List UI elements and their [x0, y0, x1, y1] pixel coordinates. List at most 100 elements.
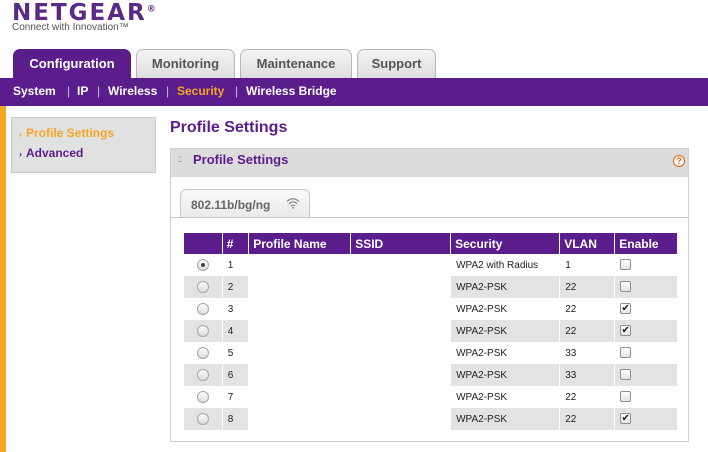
subnav-security[interactable]: Security: [177, 84, 224, 98]
row-profile-name: [248, 386, 351, 408]
subnav-ip[interactable]: IP: [77, 84, 88, 98]
row-enable-cell: [614, 386, 677, 408]
row-select-cell: [183, 342, 223, 364]
col-header-enable: Enable: [614, 233, 677, 254]
row-enable-checkbox[interactable]: [620, 281, 632, 293]
help-icon[interactable]: ?: [673, 155, 685, 167]
table-row[interactable]: 4 WPA2-PSK 22 ✔: [183, 320, 677, 342]
row-select-radio[interactable]: [196, 325, 209, 337]
row-vlan: 1: [559, 254, 615, 276]
row-select-radio[interactable]: [196, 303, 209, 315]
sidemenu-item-profile-settings[interactable]: › Profile Settings: [19, 126, 114, 140]
row-security: WPA2 with Radius: [450, 254, 560, 276]
row-vlan: 33: [559, 364, 615, 386]
content-area: › Profile Settings › Advanced Profile Sett…: [0, 106, 708, 452]
row-number: 8: [221, 408, 249, 430]
row-ssid: [350, 254, 451, 276]
tab-divider: [171, 217, 688, 218]
row-vlan: 22: [559, 320, 615, 342]
row-enable-checkbox[interactable]: ✔: [620, 303, 632, 315]
registered-mark: ®: [146, 4, 156, 15]
chevron-right-icon: ›: [19, 129, 22, 139]
row-security: WPA2-PSK: [450, 364, 560, 386]
tab-support[interactable]: Support: [357, 49, 436, 78]
row-profile-name: [248, 254, 351, 276]
band-tab-80211bgng[interactable]: 802.11b/bg/ng: [180, 189, 310, 218]
row-enable-checkbox[interactable]: [620, 391, 632, 403]
row-ssid: [350, 276, 451, 298]
subnav-separator: |: [166, 84, 170, 98]
tagline: Connect with Innovation™: [12, 22, 129, 33]
row-profile-name: [248, 276, 351, 298]
row-profile-name: [248, 364, 351, 386]
row-enable-checkbox[interactable]: ✔: [620, 413, 632, 425]
row-enable-checkbox[interactable]: [620, 347, 632, 359]
row-select-cell: [183, 320, 223, 342]
subnav-wireless-bridge[interactable]: Wireless Bridge: [246, 84, 337, 98]
row-select-radio[interactable]: [196, 369, 209, 381]
row-select-cell: [183, 276, 223, 298]
row-vlan: 22: [559, 298, 615, 320]
row-enable-cell: ✔: [614, 320, 677, 342]
profiles-table: # Profile Name SSID Security VLAN Enable…: [183, 233, 677, 430]
row-enable-checkbox[interactable]: [620, 259, 632, 271]
table-row[interactable]: 6 WPA2-PSK 33: [183, 364, 677, 386]
table-row[interactable]: 8 WPA2-PSK 22 ✔: [183, 408, 677, 430]
table-row[interactable]: 2 WPA2-PSK 22: [183, 276, 677, 298]
col-header-number: #: [221, 233, 249, 254]
table-row[interactable]: 3 WPA2-PSK 22 ✔: [183, 298, 677, 320]
sidemenu-item-label: Advanced: [26, 146, 84, 160]
row-profile-name: [248, 320, 351, 342]
row-ssid: [350, 342, 451, 364]
table-row[interactable]: 7 WPA2-PSK 22: [183, 386, 677, 408]
row-security: WPA2-PSK: [450, 276, 560, 298]
row-number: 6: [221, 364, 249, 386]
row-enable-cell: [614, 342, 677, 364]
grip-icon: ::: [178, 154, 182, 165]
row-enable-cell: [614, 254, 677, 276]
subnav-separator: |: [97, 84, 101, 98]
row-select-cell: [183, 386, 223, 408]
tab-configuration[interactable]: Configuration: [13, 49, 131, 78]
tab-monitoring[interactable]: Monitoring: [136, 49, 235, 78]
row-profile-name: [248, 408, 351, 430]
col-header-ssid: SSID: [350, 233, 451, 254]
row-select-radio[interactable]: [196, 259, 209, 271]
row-enable-checkbox[interactable]: [620, 369, 632, 381]
table-header-row: # Profile Name SSID Security VLAN Enable: [183, 233, 677, 254]
row-select-cell: [183, 364, 223, 386]
row-vlan: 33: [559, 342, 615, 364]
row-enable-checkbox[interactable]: ✔: [620, 325, 632, 337]
row-select-radio[interactable]: [196, 281, 209, 293]
subnav-separator: |: [235, 84, 239, 98]
row-number: 2: [221, 276, 249, 298]
subnav-system[interactable]: System: [13, 84, 56, 98]
table-row[interactable]: 5 WPA2-PSK 33: [183, 342, 677, 364]
row-select-radio[interactable]: [196, 347, 209, 359]
row-enable-cell: ✔: [614, 298, 677, 320]
row-number: 5: [221, 342, 249, 364]
tab-maintenance[interactable]: Maintenance: [240, 49, 352, 78]
row-select-cell: [183, 298, 223, 320]
chevron-right-icon: ›: [19, 149, 22, 159]
row-select-cell: [183, 254, 223, 276]
subnav-separator: |: [67, 84, 71, 98]
row-number: 1: [221, 254, 249, 276]
subnav-wireless[interactable]: Wireless: [108, 84, 157, 98]
wifi-icon: [286, 198, 300, 209]
side-menu: › Profile Settings › Advanced: [11, 117, 156, 173]
row-select-cell: [183, 408, 223, 430]
sidemenu-item-advanced[interactable]: › Advanced: [19, 146, 83, 160]
row-vlan: 22: [559, 408, 615, 430]
row-enable-cell: [614, 276, 677, 298]
table-row[interactable]: 1 WPA2 with Radius 1: [183, 254, 677, 276]
row-ssid: [350, 386, 451, 408]
col-header-profile-name: Profile Name: [248, 233, 351, 254]
row-enable-cell: [614, 364, 677, 386]
row-select-radio[interactable]: [196, 413, 209, 425]
col-header-select: [183, 233, 223, 254]
profile-settings-panel: :: Profile Settings ? 802.11b/bg/ng # Pr…: [170, 148, 689, 442]
row-select-radio[interactable]: [196, 391, 209, 403]
row-ssid: [350, 408, 451, 430]
row-security: WPA2-PSK: [450, 408, 560, 430]
